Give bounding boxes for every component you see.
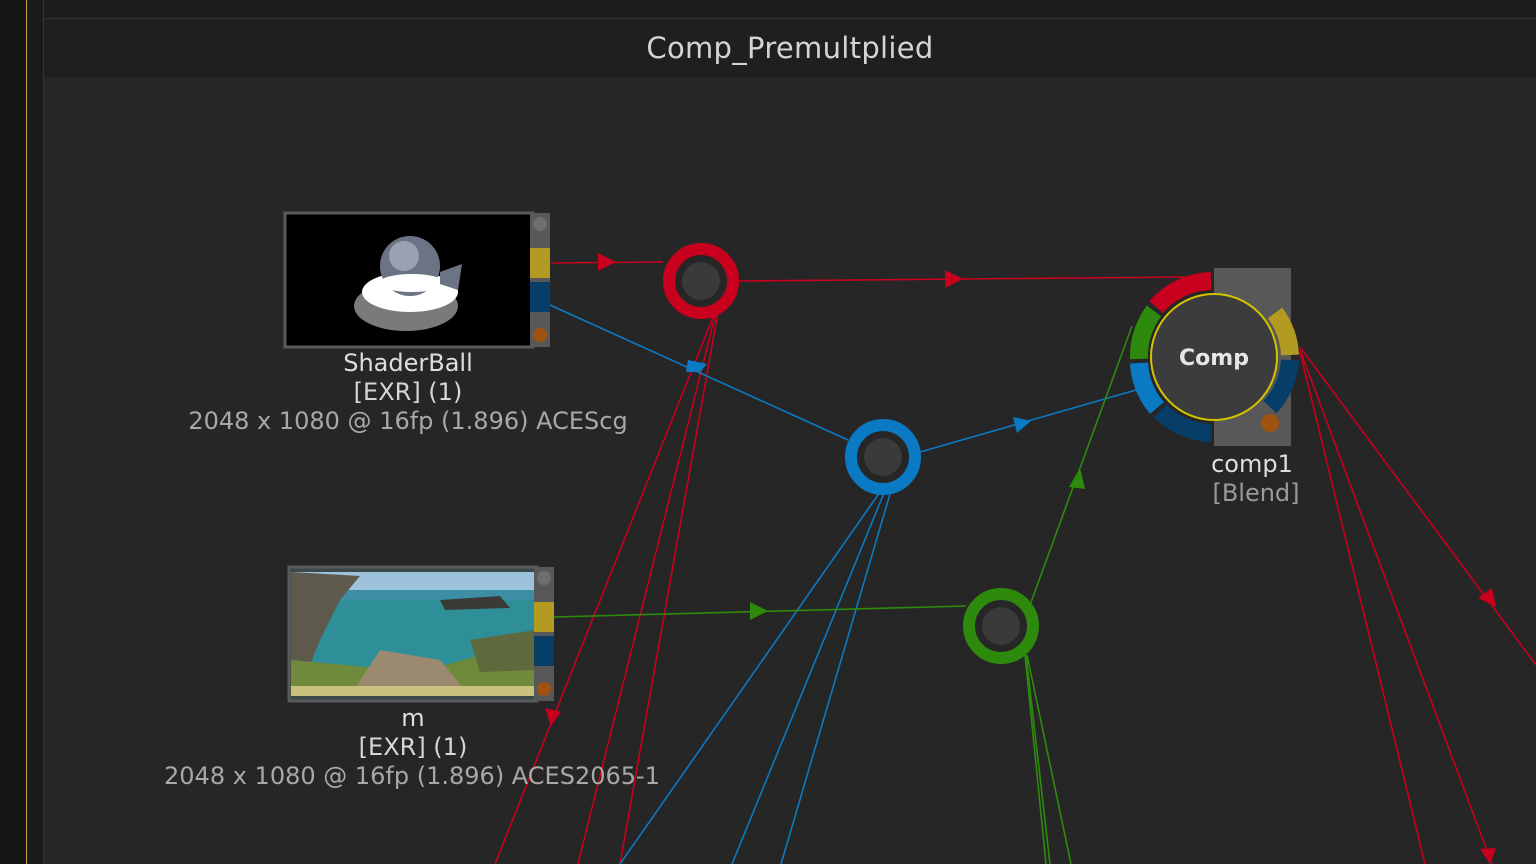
wire-blue-down-1 — [619, 491, 881, 864]
arrow-red-5-icon — [1480, 848, 1496, 864]
m-node[interactable] — [287, 565, 554, 703]
shaderball-side-panel — [530, 213, 550, 347]
m-thumbnail-image — [291, 572, 535, 696]
shaderball-port-alpha[interactable] — [530, 248, 550, 278]
comp1-badge: Comp — [1179, 346, 1249, 371]
wire-blue-down-2 — [731, 492, 885, 864]
wire-green-down-3 — [1026, 654, 1072, 864]
arrow-red-2-icon — [945, 270, 963, 288]
comp1-port-orange[interactable] — [1261, 414, 1279, 432]
wire-green-down-2 — [1025, 654, 1051, 864]
m-side-panel — [534, 567, 554, 701]
red-channel-dot-icon[interactable] — [663, 243, 739, 319]
m-info: 2048 x 1080 @ 16fp (1.896) ACES2065-1 — [164, 762, 660, 790]
shaderball-info: 2048 x 1080 @ 16fp (1.896) ACEScg — [188, 407, 628, 435]
blue-channel-dot-icon[interactable] — [845, 419, 921, 495]
shaderball-type: [EXR] (1) — [353, 378, 463, 406]
m-port-orange[interactable] — [537, 682, 551, 696]
wire-green-greendot-to-comp — [1029, 325, 1133, 606]
wire-red-comp-out-3 — [1299, 351, 1426, 864]
wire-blue-down-3 — [780, 493, 891, 864]
m-port-alpha[interactable] — [534, 602, 554, 632]
shaderball-port-blue[interactable] — [530, 282, 550, 312]
arrow-green-1-icon — [750, 602, 768, 620]
green-channel-dot-icon[interactable] — [963, 588, 1039, 664]
arrow-green-2-icon — [1069, 468, 1085, 489]
wire-green-down-1 — [1024, 654, 1047, 864]
m-type: [EXR] (1) — [358, 733, 468, 761]
shaderball-port-orange[interactable] — [533, 328, 547, 342]
m-name: m — [401, 704, 425, 732]
arrow-blue-2-icon — [1013, 417, 1031, 433]
m-port-blue[interactable] — [534, 636, 554, 666]
comp1-type: [Blend] — [1212, 479, 1300, 507]
shaderball-port-top[interactable] — [533, 217, 547, 231]
comp1-node[interactable]: Comp — [1129, 268, 1299, 446]
arrow-red-1-icon — [598, 253, 616, 271]
shaderball-node[interactable] — [283, 211, 550, 349]
wire-red-comp-out-2 — [1299, 349, 1493, 864]
arrow-red-3-icon — [545, 708, 561, 726]
m-port-top[interactable] — [537, 571, 551, 585]
shaderball-name: ShaderBall — [343, 349, 473, 377]
comp1-name: comp1 — [1211, 450, 1293, 478]
